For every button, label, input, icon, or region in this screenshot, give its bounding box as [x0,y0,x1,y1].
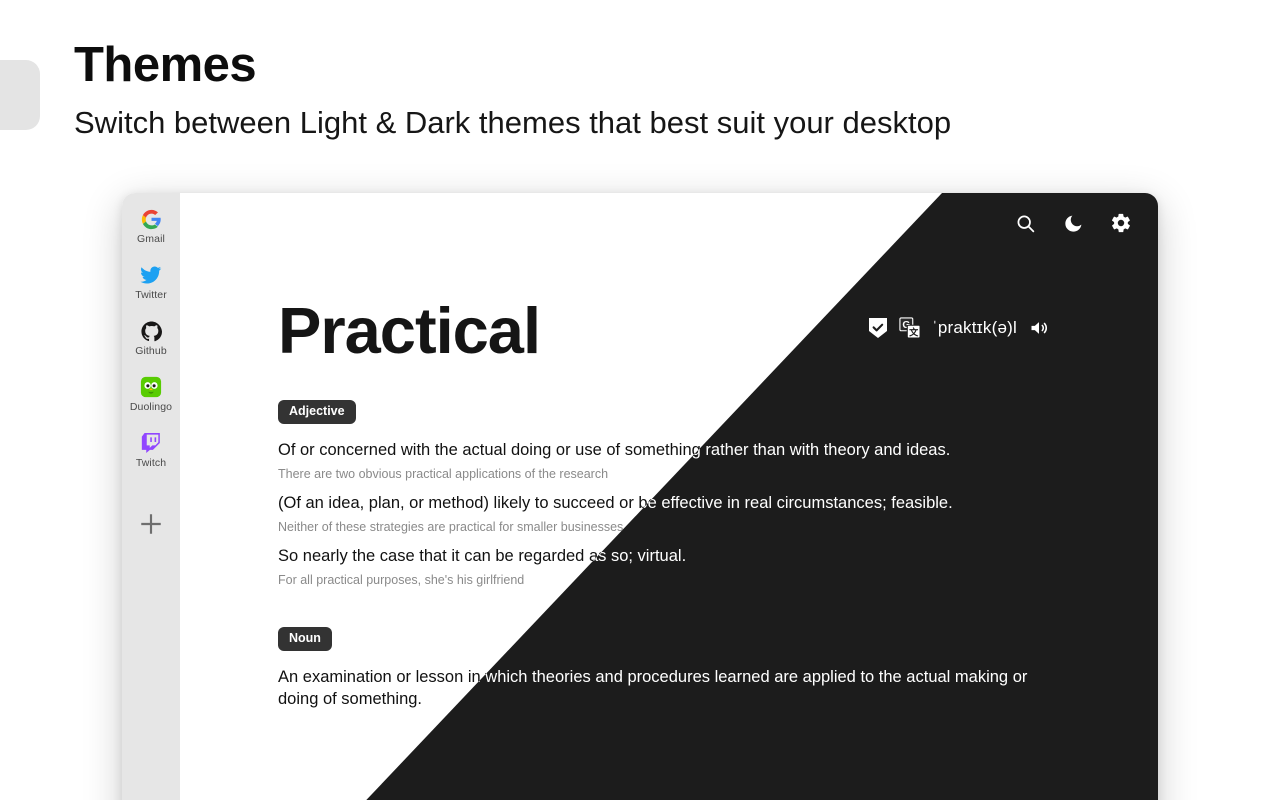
search-button[interactable] [1012,210,1038,236]
sidebar-item-github[interactable]: Github [122,319,180,374]
dictionary-content: Practical G 文 [180,193,1158,800]
entry-meta-row: G 文 ˈpraktɪk(ə)l [868,317,1050,339]
sidebar-item-twitter[interactable]: Twitter [122,263,180,318]
sidebar-item-label: Github [135,345,167,357]
gmail-icon [139,207,163,231]
search-icon [1017,215,1034,232]
sidebar-item-label: Twitch [135,457,167,469]
duolingo-icon [139,375,163,399]
google-translate-icon[interactable]: G 文 [899,317,921,339]
window-toolbar-dark [1012,210,1134,236]
github-icon [139,319,163,343]
pos-badge-adjective: Adjective [278,400,356,424]
page-title: Themes [74,38,257,92]
twitter-icon [139,263,163,287]
sidebar-item-gmail[interactable]: Gmail [122,207,180,262]
gear-icon [1111,213,1130,233]
plus-icon [141,514,161,534]
speaker-icon[interactable] [1028,318,1050,338]
app-window: Gmail Twitter Github Duolingo Twitch Pra… [122,193,1158,800]
pos-badge-noun: Noun [278,627,332,651]
left-edge-chip [0,60,40,130]
sidebar-item-label: Twitter [135,289,167,301]
settings-button[interactable] [1108,210,1134,236]
add-service-button[interactable] [122,499,180,549]
sidebar-item-twitch[interactable]: Twitch [122,431,180,486]
sidebar-item-label: Gmail [137,233,165,245]
svg-text:文: 文 [909,326,919,337]
moon-icon [1064,215,1081,232]
theme-toggle-button[interactable] [1060,210,1086,236]
page-subtitle: Switch between Light & Dark themes that … [74,105,952,140]
twitch-icon [139,431,163,455]
sidebar-item-label: Duolingo [129,401,173,413]
screenshot-root: Themes Switch between Light & Dark theme… [0,0,1280,800]
verified-check-icon [868,317,888,339]
sidebar-item-duolingo[interactable]: Duolingo [122,375,180,430]
entry-word: Practical [278,294,541,367]
entry-phonetic: ˈpraktɪk(ə)l [932,318,1017,337]
app-sidebar: Gmail Twitter Github Duolingo Twitch [122,193,180,800]
